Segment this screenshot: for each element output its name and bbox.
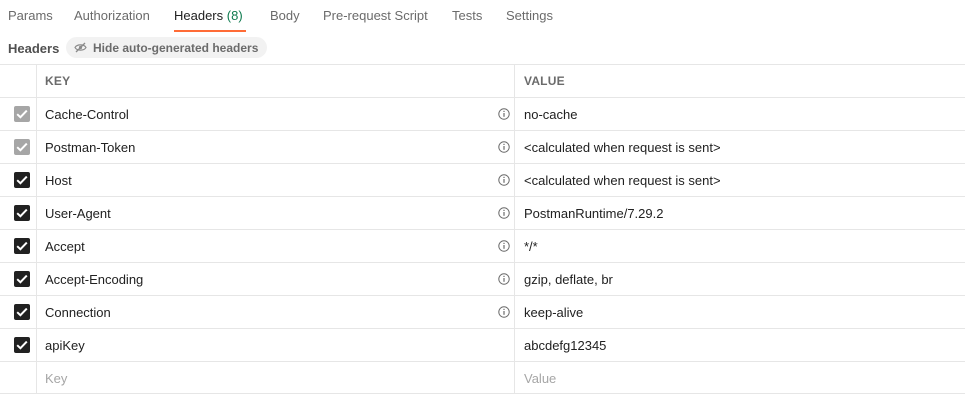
check-cell bbox=[0, 362, 37, 393]
key-cell[interactable]: Accept bbox=[37, 230, 515, 262]
value-cell[interactable]: <calculated when request is sent> bbox=[516, 131, 965, 163]
request-tabs: Params Authorization Headers (8) Body Pr… bbox=[0, 0, 965, 32]
header-value[interactable]: keep-alive bbox=[524, 305, 583, 320]
info-icon[interactable] bbox=[498, 108, 510, 120]
value-cell[interactable]: Value bbox=[516, 362, 965, 393]
eye-off-icon bbox=[74, 42, 87, 53]
header-enable-checkbox[interactable] bbox=[14, 205, 30, 221]
header-enable-checkbox[interactable] bbox=[14, 238, 30, 254]
key-cell[interactable]: Postman-Token bbox=[37, 131, 515, 163]
key-input-placeholder[interactable]: Key bbox=[45, 371, 67, 386]
header-key[interactable]: Postman-Token bbox=[45, 140, 135, 155]
check-cell bbox=[0, 230, 37, 262]
tab-label: Pre-request Script bbox=[323, 8, 428, 23]
header-enable-checkbox[interactable] bbox=[14, 106, 30, 122]
tab-label: Body bbox=[270, 8, 300, 23]
value-cell[interactable]: no-cache bbox=[516, 98, 965, 130]
check-cell bbox=[0, 164, 37, 196]
header-key[interactable]: User-Agent bbox=[45, 206, 111, 221]
header-check-cell bbox=[0, 65, 37, 97]
hide-button-label: Hide auto-generated headers bbox=[93, 40, 259, 55]
hide-auto-generated-headers-button[interactable]: Hide auto-generated headers bbox=[66, 37, 268, 58]
column-header-key: KEY bbox=[45, 74, 71, 88]
check-cell bbox=[0, 263, 37, 295]
tab-label: Authorization bbox=[74, 8, 150, 23]
value-cell[interactable]: */* bbox=[516, 230, 965, 262]
tab-count: (8) bbox=[226, 8, 243, 23]
header-value[interactable]: no-cache bbox=[524, 107, 577, 122]
key-cell[interactable]: Host bbox=[37, 164, 515, 196]
table-row: apiKey abcdefg12345 bbox=[0, 328, 965, 361]
value-input-placeholder[interactable]: Value bbox=[524, 371, 556, 386]
tab-params[interactable]: Params bbox=[8, 8, 53, 23]
info-icon[interactable] bbox=[498, 141, 510, 153]
headers-table: KEY VALUE Cache-Control no-cache Postman-T… bbox=[0, 64, 965, 394]
key-cell[interactable]: Connection bbox=[37, 296, 515, 328]
table-row: Host <calculated when request is sent> bbox=[0, 163, 965, 196]
header-key[interactable]: apiKey bbox=[45, 338, 85, 353]
header-key-cell: KEY bbox=[37, 65, 515, 97]
tab-label: Tests bbox=[452, 8, 483, 23]
header-value[interactable]: <calculated when request is sent> bbox=[524, 140, 721, 155]
header-value-cell: VALUE bbox=[516, 65, 965, 97]
key-cell[interactable]: apiKey bbox=[37, 329, 515, 361]
tab-pre-request-script[interactable]: Pre-request Script bbox=[323, 8, 428, 23]
info-icon[interactable] bbox=[498, 273, 510, 285]
table-row: Accept-Encoding gzip, deflate, br bbox=[0, 262, 965, 295]
value-cell[interactable]: <calculated when request is sent> bbox=[516, 164, 965, 196]
info-icon[interactable] bbox=[498, 207, 510, 219]
header-enable-checkbox[interactable] bbox=[14, 172, 30, 188]
value-cell[interactable]: gzip, deflate, br bbox=[516, 263, 965, 295]
tab-authorization[interactable]: Authorization bbox=[74, 8, 150, 23]
value-cell[interactable]: keep-alive bbox=[516, 296, 965, 328]
table-row: Connection keep-alive bbox=[0, 295, 965, 328]
info-icon[interactable] bbox=[498, 174, 510, 186]
active-tab-indicator bbox=[174, 30, 246, 32]
check-cell bbox=[0, 131, 37, 163]
header-value[interactable]: abcdefg12345 bbox=[524, 338, 606, 353]
table-row: Cache-Control no-cache bbox=[0, 97, 965, 130]
tab-settings[interactable]: Settings bbox=[506, 8, 553, 23]
header-key[interactable]: Cache-Control bbox=[45, 107, 129, 122]
header-enable-checkbox[interactable] bbox=[14, 304, 30, 320]
header-value[interactable]: PostmanRuntime/7.29.2 bbox=[524, 206, 663, 221]
tab-body[interactable]: Body bbox=[270, 8, 300, 23]
check-cell bbox=[0, 296, 37, 328]
header-value[interactable]: gzip, deflate, br bbox=[524, 272, 613, 287]
check-cell bbox=[0, 329, 37, 361]
section-title: Headers bbox=[8, 41, 60, 56]
table-header-row: KEY VALUE bbox=[0, 64, 965, 97]
new-header-row: Key Value bbox=[0, 361, 965, 394]
table-row: Postman-Token <calculated when request is… bbox=[0, 130, 965, 163]
value-cell[interactable]: PostmanRuntime/7.29.2 bbox=[516, 197, 965, 229]
header-enable-checkbox[interactable] bbox=[14, 271, 30, 287]
column-header-value: VALUE bbox=[524, 74, 565, 88]
header-key[interactable]: Host bbox=[45, 173, 72, 188]
info-icon[interactable] bbox=[498, 306, 510, 318]
header-key[interactable]: Accept bbox=[45, 239, 85, 254]
table-row: Accept */* bbox=[0, 229, 965, 262]
tab-label: Headers bbox=[174, 8, 224, 23]
key-cell[interactable]: Accept-Encoding bbox=[37, 263, 515, 295]
header-key[interactable]: Connection bbox=[45, 305, 111, 320]
check-cell bbox=[0, 98, 37, 130]
key-cell[interactable]: User-Agent bbox=[37, 197, 515, 229]
key-cell[interactable]: Key bbox=[37, 362, 515, 393]
header-enable-checkbox[interactable] bbox=[14, 139, 30, 155]
tab-tests[interactable]: Tests bbox=[452, 8, 482, 23]
header-key[interactable]: Accept-Encoding bbox=[45, 272, 143, 287]
header-value[interactable]: <calculated when request is sent> bbox=[524, 173, 721, 188]
header-enable-checkbox[interactable] bbox=[14, 337, 30, 353]
key-cell[interactable]: Cache-Control bbox=[37, 98, 515, 130]
info-icon[interactable] bbox=[498, 240, 510, 252]
tab-headers[interactable]: Headers (8) bbox=[174, 8, 243, 23]
tab-label: Params bbox=[8, 8, 53, 23]
table-row: User-Agent PostmanRuntime/7.29.2 bbox=[0, 196, 965, 229]
check-cell bbox=[0, 197, 37, 229]
value-cell[interactable]: abcdefg12345 bbox=[516, 329, 965, 361]
tab-label: Settings bbox=[506, 8, 553, 23]
header-value[interactable]: */* bbox=[524, 239, 538, 254]
headers-toolbar: Headers Hide auto-generated headers bbox=[0, 36, 965, 60]
